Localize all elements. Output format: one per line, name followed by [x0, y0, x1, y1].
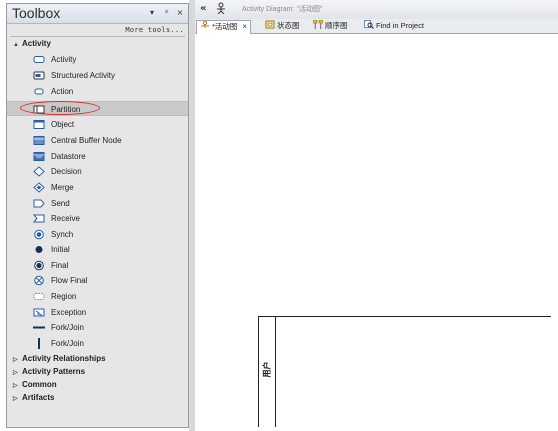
action-icon: [34, 88, 44, 95]
toolbox-item-initial[interactable]: Initial: [7, 242, 188, 257]
toolbox-item-label: Receive: [51, 214, 80, 223]
toolbox-item-object[interactable]: Object: [7, 117, 188, 132]
partition-element[interactable]: 用户: [258, 316, 551, 427]
toolbox-item-label: Action: [51, 87, 74, 96]
toolbox-item-structured-activity[interactable]: Structured Activity: [7, 68, 188, 83]
activity-icon: [33, 56, 45, 63]
tab-label: *活动图: [212, 22, 238, 31]
tab-find-in-project[interactable]: Find in Project: [364, 20, 424, 32]
dropdown-icon[interactable]: ▾: [147, 7, 157, 19]
toolbox-item-exception[interactable]: Exception: [7, 305, 188, 320]
exception-icon: [33, 308, 45, 317]
document-title: Activity Diagram: "活动图": [242, 6, 323, 13]
group-label: Activity Relationships: [22, 354, 106, 363]
toolbox-item-receive[interactable]: Receive: [7, 211, 188, 226]
toolbox-title-bar: Toolbox ▾ ᵖ ×: [7, 4, 188, 24]
toolbox-item-label: Datastore: [51, 152, 86, 161]
nav-back-icon[interactable]: «: [200, 3, 206, 14]
region-icon: [33, 293, 45, 300]
decision-icon: [33, 166, 45, 177]
divider: [10, 36, 185, 37]
initial-icon: [35, 246, 43, 253]
group-label: Artifacts: [22, 393, 55, 402]
tab-bar: *活动图 × 状态图 顺序图 Find in Project: [195, 19, 558, 34]
datastore-icon: [33, 152, 45, 161]
group-label: Activity: [22, 39, 51, 48]
fork-join-vertical-icon: [38, 338, 40, 349]
close-icon[interactable]: ×: [175, 7, 185, 19]
toolbox-item-label: Initial: [51, 245, 70, 254]
toolbox-item-region[interactable]: Region: [7, 289, 188, 304]
toolbox-item-label: Activity: [51, 55, 77, 64]
tab-activity-diagram[interactable]: *活动图 ×: [196, 20, 252, 34]
toolbox-item-label: Central Buffer Node: [51, 136, 122, 145]
send-icon: [33, 199, 45, 208]
toolbox-item-label: Exception: [51, 308, 87, 317]
fork-join-horizontal-icon: [33, 326, 45, 329]
group-label: Common: [22, 380, 57, 389]
partition-label: 用户: [262, 361, 272, 378]
object-icon: [33, 120, 45, 129]
group-activity[interactable]: ▲ Activity: [13, 38, 51, 50]
collapsed-arrow-icon: ▷: [13, 396, 18, 402]
tab-sequence-diagram[interactable]: 顺序图: [313, 20, 348, 32]
group-activity-patterns[interactable]: ▷ Activity Patterns: [13, 366, 85, 378]
toolbox-item-datastore[interactable]: Datastore: [7, 149, 188, 164]
close-tab-icon[interactable]: ×: [242, 21, 247, 33]
collapsed-arrow-icon: ▷: [13, 357, 18, 363]
merge-icon: [33, 182, 45, 193]
group-artifacts[interactable]: ▷ Artifacts: [13, 392, 54, 404]
collapsed-arrow-icon: ▷: [13, 383, 18, 389]
activity-diagram-icon: [201, 21, 209, 28]
toolbox-item-label: Final: [51, 261, 69, 270]
toolbox-item-label: Region: [51, 292, 77, 301]
toolbox-item-label: Flow Final: [51, 276, 88, 285]
group-label: Activity Patterns: [22, 367, 86, 376]
toolbox-item-central-buffer-node[interactable]: Central Buffer Node: [7, 133, 188, 148]
group-activity-relationships[interactable]: ▷ Activity Relationships: [13, 353, 106, 365]
central-buffer-node-icon: [33, 136, 45, 145]
more-tools-link[interactable]: More tools...: [125, 26, 184, 34]
synch-icon: [34, 229, 44, 240]
toolbox-item-label: Synch: [51, 230, 74, 239]
find-icon: [364, 20, 374, 29]
toolbox-item-label: Fork/Join: [51, 323, 84, 332]
toolbox-item-label: Fork/Join: [51, 339, 84, 348]
tab-label: Find in Project: [376, 21, 424, 30]
state-diagram-icon: [265, 20, 275, 29]
group-common[interactable]: ▷ Common: [13, 379, 57, 391]
toolbox-item-fork-join-horizontal[interactable]: Fork/Join: [7, 320, 188, 335]
toolbox-item-decision[interactable]: Decision: [7, 164, 188, 179]
final-icon: [34, 260, 44, 271]
receive-icon: [33, 214, 45, 223]
document-header: « Activity Diagram: "活动图": [195, 0, 558, 20]
expanded-arrow-icon: ▲: [13, 42, 19, 48]
pin-icon[interactable]: ᵖ: [162, 7, 172, 19]
toolbox-panel: Toolbox ▾ ᵖ × More tools... ▲ Activity Ac…: [6, 3, 189, 428]
toolbox-item-label: Object: [51, 120, 75, 129]
toolbox-item-final[interactable]: Final: [7, 258, 188, 273]
toolbox-item-label: Send: [51, 199, 70, 208]
sequence-diagram-icon: [313, 20, 323, 29]
toolbox-item-fork-join-vertical[interactable]: Fork/Join: [7, 336, 188, 351]
toolbox-item-send[interactable]: Send: [7, 196, 188, 211]
tab-label: 状态图: [277, 21, 300, 30]
collapsed-arrow-icon: ▷: [13, 370, 18, 376]
toolbox-item-label: Merge: [51, 183, 74, 192]
flow-final-icon: [34, 275, 44, 286]
partition-header[interactable]: 用户: [259, 317, 276, 427]
structured-activity-icon: [33, 71, 45, 80]
tab-state-diagram[interactable]: 状态图: [265, 20, 300, 32]
toolbox-item-flow-final[interactable]: Flow Final: [7, 273, 188, 288]
toolbox-item-action[interactable]: Action: [7, 84, 188, 99]
activity-diagram-icon: [217, 2, 225, 14]
toolbox-title: Toolbox: [12, 5, 61, 21]
toolbox-item-label: Structured Activity: [51, 71, 116, 80]
selection-annotation-circle: [20, 101, 100, 115]
toolbox-item-activity[interactable]: Activity: [7, 52, 188, 67]
toolbox-item-synch[interactable]: Synch: [7, 227, 188, 242]
toolbox-item-label: Decision: [51, 167, 82, 176]
tab-label: 顺序图: [325, 21, 348, 30]
toolbox-item-merge[interactable]: Merge: [7, 180, 188, 195]
